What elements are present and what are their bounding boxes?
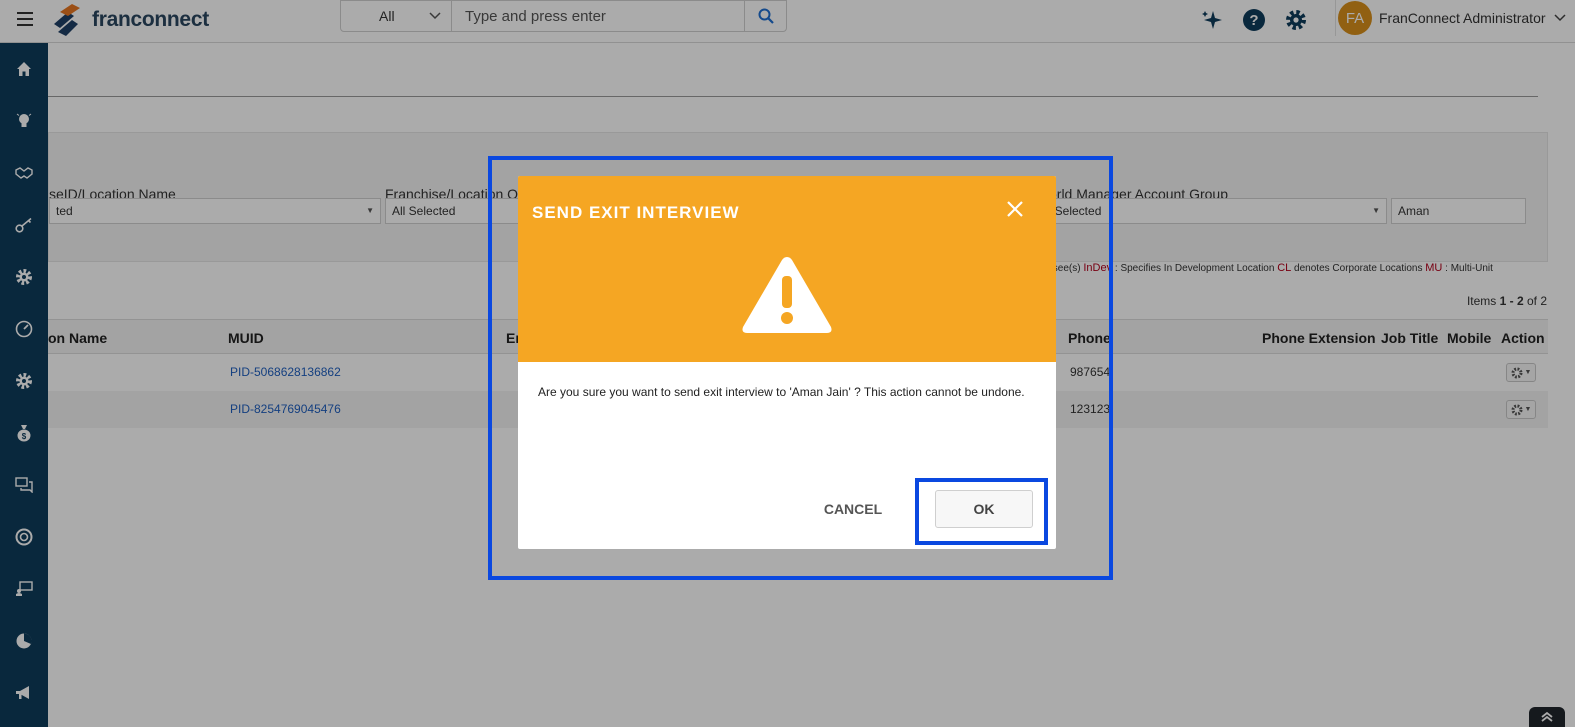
- highlight-box-ok-button: [915, 478, 1048, 545]
